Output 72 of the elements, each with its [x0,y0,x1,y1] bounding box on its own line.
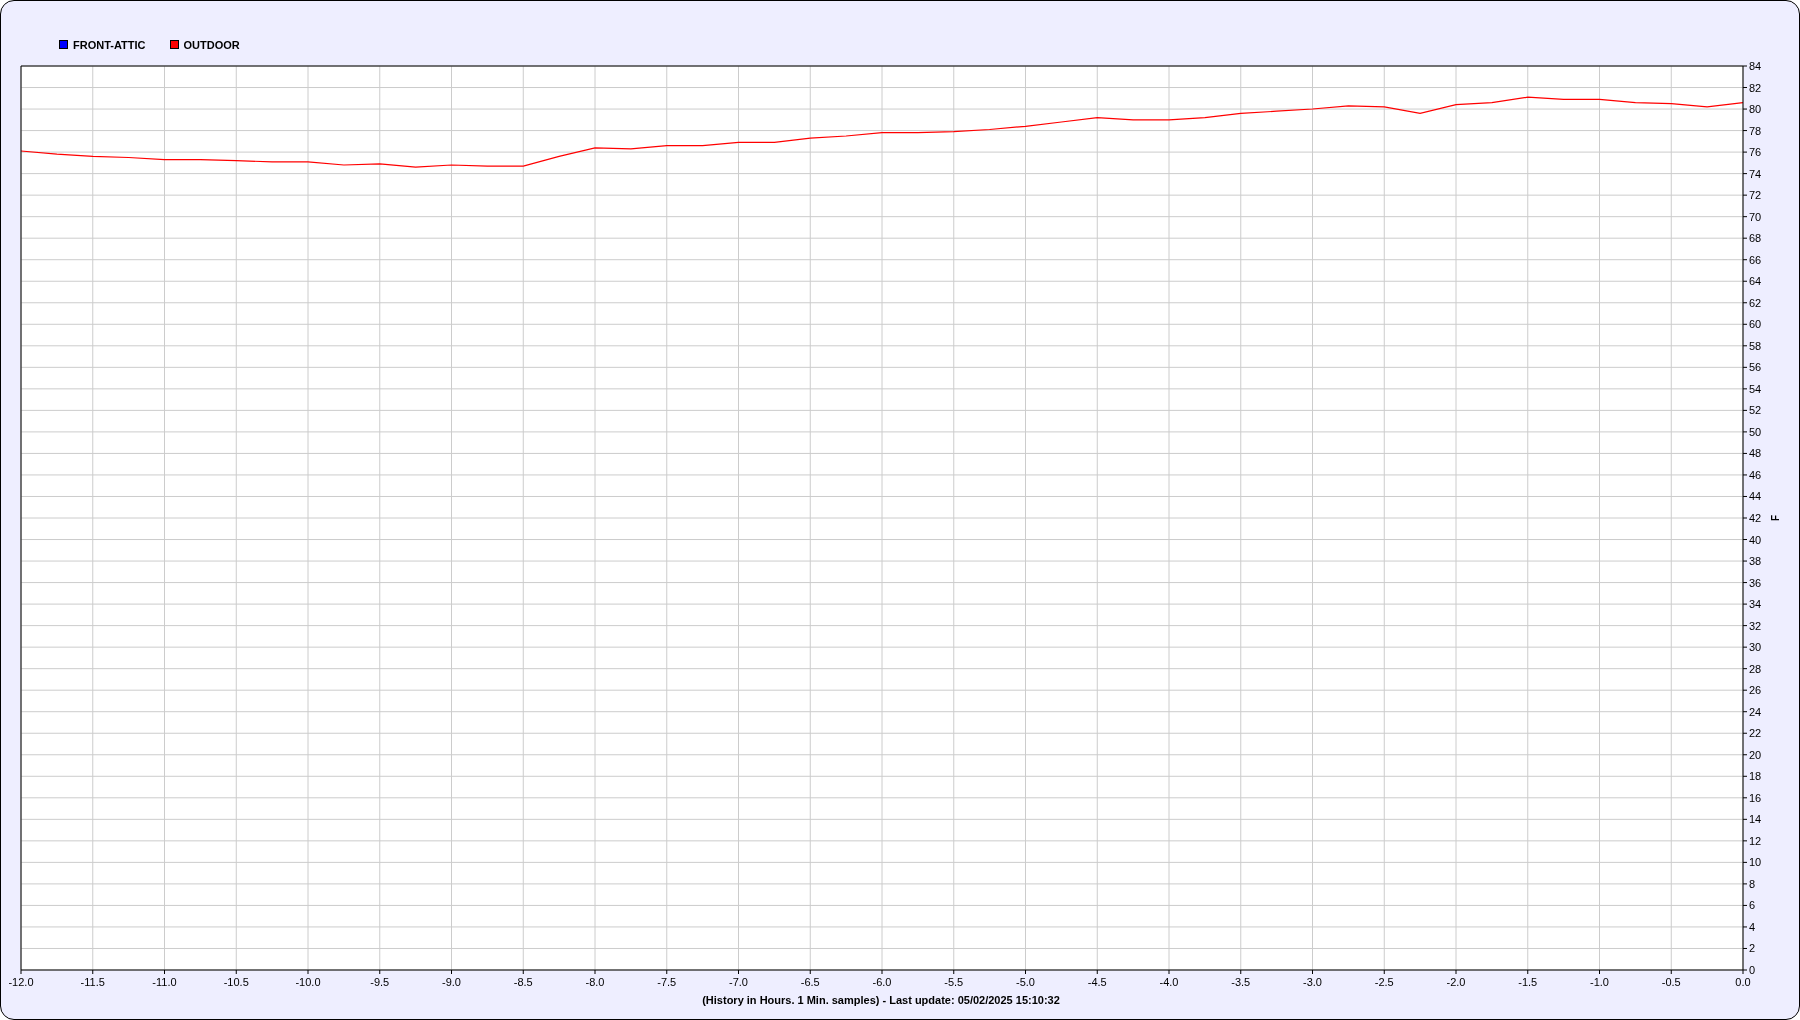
axis-tick-label: 26 [1749,684,1762,697]
axis-tick-label: 0 [1749,964,1756,976]
axis-tick-label: 84 [1749,60,1762,72]
axis-tick-label: 40 [1749,533,1762,546]
axis-tick-label: -5.5 [944,976,964,988]
axis-tick-label: -7.5 [657,976,677,988]
axis-tick-label: -11.0 [152,976,177,988]
axis-tick-label: 58 [1749,339,1762,352]
axis-tick-label: -12.0 [8,976,34,988]
axis-tick-label: -8.5 [513,976,533,988]
axis-tick-label: 34 [1749,598,1762,611]
axis-tick-label: 44 [1749,490,1762,503]
axis-tick-label: -10.5 [223,976,249,988]
axis-tick-label: 12 [1749,834,1762,847]
axis-tick-label: 22 [1749,727,1762,740]
axis-tick-label: 36 [1749,576,1762,589]
axis-tick-label: 50 [1749,425,1762,438]
axis-tick-label: 74 [1749,167,1762,180]
axis-tick-label: -7.0 [729,976,748,988]
axis-tick-label: -11.5 [80,976,105,988]
axis-tick-label: 54 [1749,382,1762,395]
axis-tick-label: 62 [1749,296,1762,309]
axis-tick-label: 64 [1749,275,1762,288]
axis-tick-label: -5.0 [1016,976,1035,988]
axis-tick-label: 38 [1749,555,1762,568]
axis-tick-label: -2.0 [1446,976,1466,988]
axis-tick-label: -10.0 [295,976,321,988]
axis-tick-label: 42 [1749,512,1762,524]
axis-tick-label: 46 [1749,468,1762,481]
axis-tick-label: 52 [1749,404,1762,417]
axis-tick-label: 16 [1749,791,1762,804]
axis-tick-label: -3.0 [1303,976,1322,988]
axis-tick-label: 20 [1749,748,1762,761]
axis-tick-label: -4.0 [1159,976,1179,988]
axis-tick-label: 14 [1749,813,1762,826]
axis-tick-label: -2.5 [1374,976,1394,988]
axis-tick-label: 72 [1749,189,1762,202]
axis-tick-label: 28 [1749,662,1762,675]
axis-title: (History in Hours. 1 Min. samples) - Last update: 05/02/2025 15:10:32 [702,994,1060,1006]
axis-tick-label: 0.0 [1735,976,1751,988]
axis-tick-label: -9.5 [370,976,390,988]
legend-label: OUTDOOR [183,38,240,51]
axis-tick-label: 68 [1749,232,1762,245]
axis-tick-label: 60 [1749,318,1762,331]
axis-tick-label: 10 [1749,856,1762,869]
axis-tick-label: 32 [1749,619,1762,632]
axis-tick-label: 76 [1749,146,1762,159]
legend-label: FRONT-ATTIC [73,38,146,51]
axis-tick-label: 82 [1749,81,1762,94]
axis-tick-label: 78 [1749,124,1762,137]
axis-tick-label: 56 [1749,361,1762,374]
axis-tick-label: -8.0 [585,976,605,988]
axis-tick-label: 2 [1749,942,1756,955]
axis-tick-label: -9.0 [442,976,461,988]
axis-tick-label: 18 [1749,770,1762,783]
axis-tick-label: 24 [1749,705,1762,718]
axis-tick-label: 4 [1749,920,1756,933]
axis-tick-label: 80 [1749,103,1762,116]
axis-tick-label: 70 [1749,210,1762,223]
axis-tick-label: -3.5 [1231,976,1251,988]
axis-title: F [1770,514,1781,522]
axis-tick-label: 48 [1749,447,1762,460]
axis-tick-label: -4.5 [1087,976,1107,988]
axis-tick-label: -1.0 [1590,976,1609,988]
axis-tick-label: -0.5 [1661,976,1681,988]
axis-tick-label: 30 [1749,641,1762,654]
axis-tick-label: 66 [1749,253,1762,266]
axis-tick-label: 8 [1749,877,1756,890]
axis-tick-label: -1.5 [1518,976,1538,988]
axis-tick-label: -6.0 [872,976,892,988]
axis-tick-label: -6.5 [800,976,820,988]
axis-tick-label: 6 [1749,899,1756,912]
